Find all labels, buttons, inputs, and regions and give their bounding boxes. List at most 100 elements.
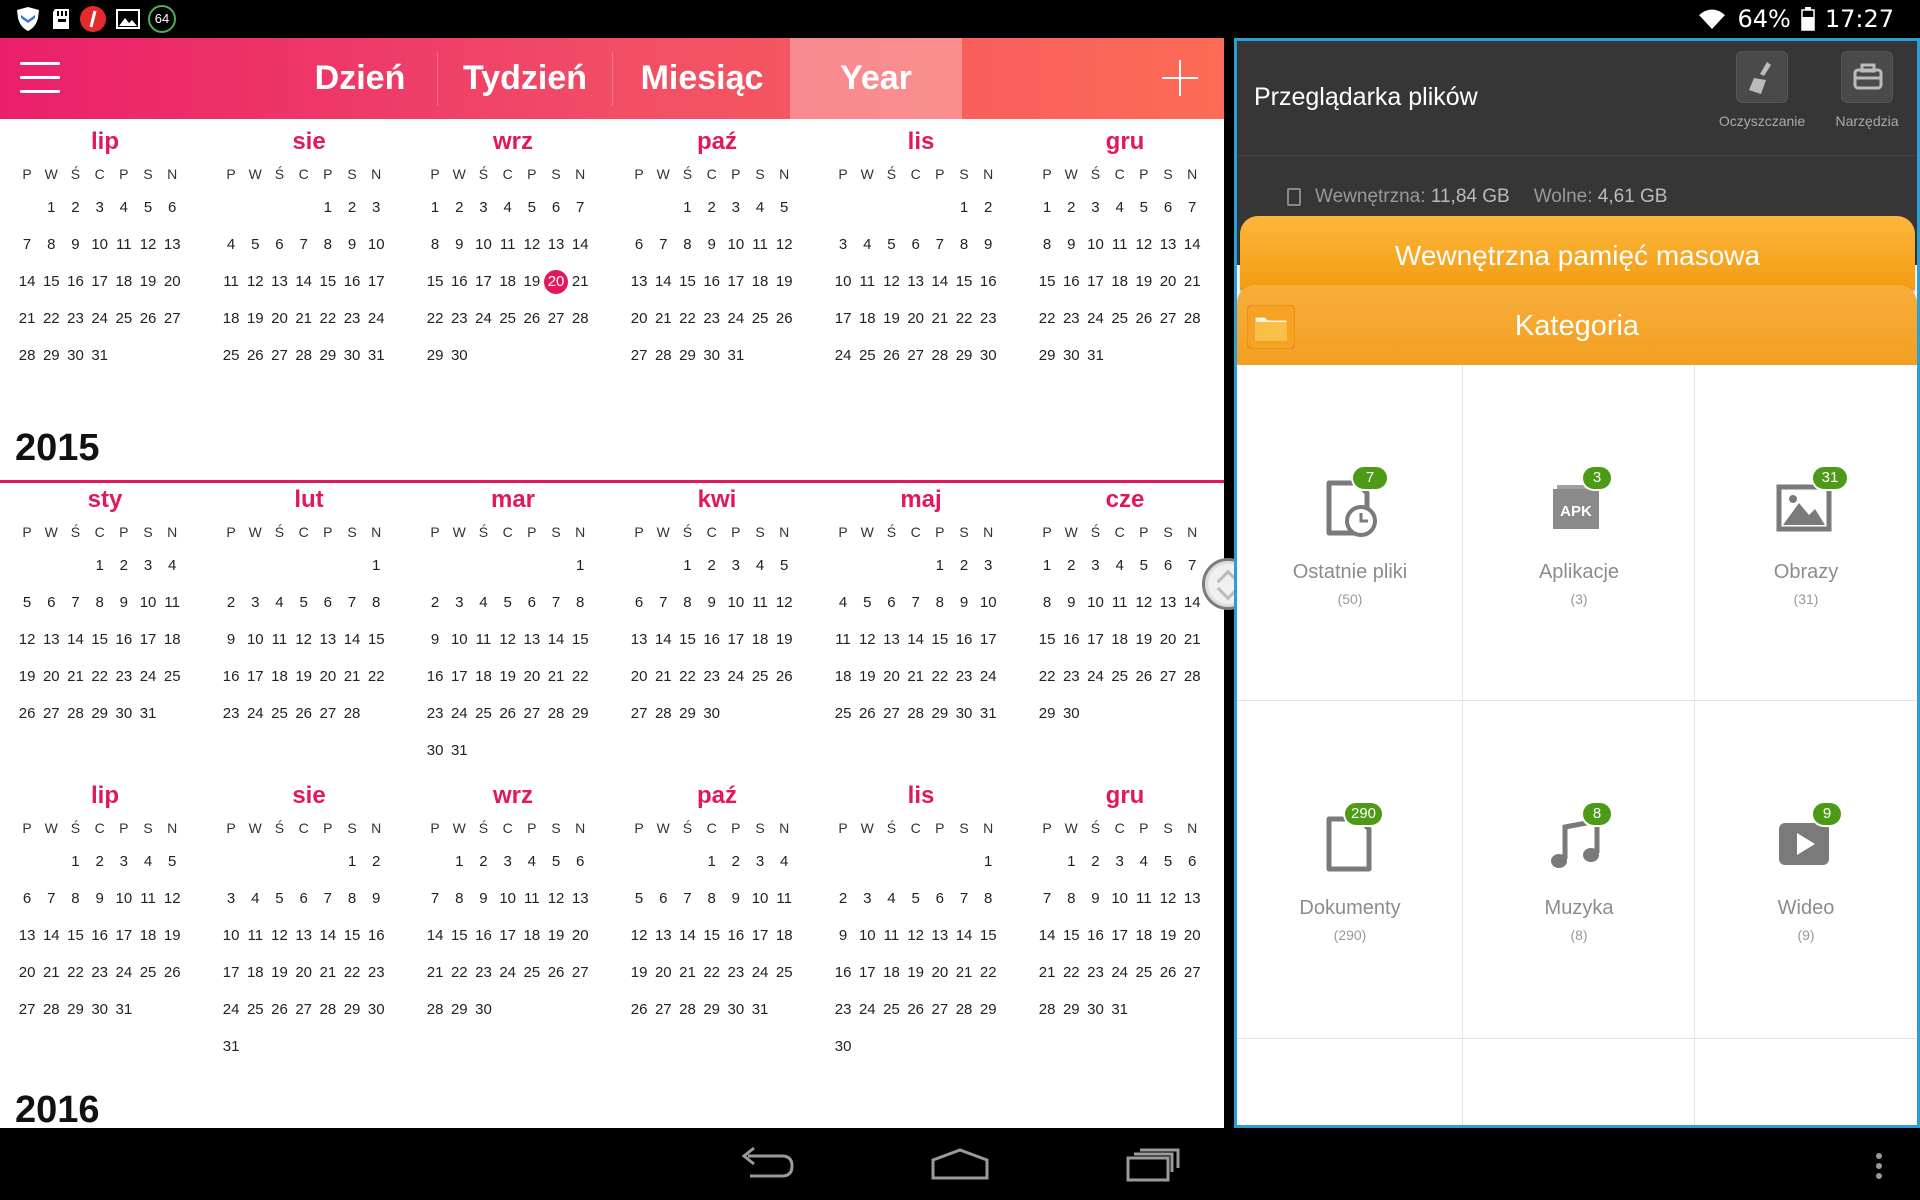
day-cell[interactable]: 19 <box>243 306 267 332</box>
day-cell[interactable]: 30 <box>88 997 112 1023</box>
day-cell[interactable]: 3 <box>243 590 267 616</box>
day-cell[interactable]: 27 <box>1156 664 1180 690</box>
day-cell[interactable]: 11 <box>1108 590 1132 616</box>
day-cell[interactable]: 13 <box>928 923 952 949</box>
day-cell[interactable]: 12 <box>1132 232 1156 258</box>
day-cell[interactable]: 10 <box>364 232 388 258</box>
day-cell[interactable]: 8 <box>423 232 447 258</box>
day-cell[interactable]: 11 <box>112 232 136 258</box>
day-cell[interactable]: 7 <box>544 590 568 616</box>
day-cell[interactable]: 10 <box>976 590 1000 616</box>
day-cell[interactable]: 14 <box>340 627 364 653</box>
day-cell[interactable]: 21 <box>568 269 592 295</box>
day-cell[interactable]: 16 <box>976 269 1000 295</box>
day-cell[interactable]: 31 <box>219 1034 243 1060</box>
day-cell[interactable]: 8 <box>952 232 976 258</box>
day-cell[interactable]: 12 <box>520 232 544 258</box>
day-cell[interactable]: 11 <box>879 923 903 949</box>
day-cell[interactable]: 6 <box>1180 849 1204 875</box>
day-cell[interactable]: 13 <box>39 627 63 653</box>
day-cell[interactable]: 12 <box>243 269 267 295</box>
day-cell[interactable]: 19 <box>1156 923 1180 949</box>
day-cell[interactable]: 6 <box>904 232 928 258</box>
day-cell[interactable]: 21 <box>651 664 675 690</box>
day-cell[interactable]: 16 <box>724 923 748 949</box>
day-cell[interactable]: 17 <box>1108 923 1132 949</box>
day-cell[interactable]: 11 <box>748 232 772 258</box>
day-cell[interactable]: 4 <box>1108 553 1132 579</box>
day-cell[interactable]: 15 <box>88 627 112 653</box>
day-cell[interactable]: 11 <box>1132 886 1156 912</box>
day-cell[interactable]: 22 <box>1035 664 1059 690</box>
day-cell[interactable]: 15 <box>423 269 447 295</box>
day-cell[interactable]: 7 <box>651 590 675 616</box>
day-cell[interactable]: 11 <box>219 269 243 295</box>
day-cell[interactable]: 4 <box>471 590 495 616</box>
day-cell[interactable]: 13 <box>292 923 316 949</box>
day-cell[interactable]: 3 <box>136 553 160 579</box>
tab-week[interactable]: Tydzień <box>440 38 610 119</box>
day-cell[interactable]: 22 <box>447 960 471 986</box>
day-cell[interactable]: 14 <box>39 923 63 949</box>
day-cell[interactable]: 7 <box>651 232 675 258</box>
day-cell[interactable]: 28 <box>340 701 364 727</box>
day-cell[interactable]: 17 <box>1083 269 1107 295</box>
day-cell[interactable]: 2 <box>1059 553 1083 579</box>
day-cell[interactable]: 24 <box>748 960 772 986</box>
day-cell[interactable]: 6 <box>267 232 291 258</box>
day-cell[interactable]: 22 <box>423 306 447 332</box>
day-cell[interactable]: 31 <box>748 997 772 1023</box>
day-cell[interactable]: 22 <box>364 664 388 690</box>
day-cell[interactable]: 1 <box>700 849 724 875</box>
day-cell[interactable]: 24 <box>364 306 388 332</box>
day-cell[interactable]: 9 <box>1059 590 1083 616</box>
home-icon[interactable] <box>925 1142 995 1188</box>
day-cell[interactable]: 18 <box>748 627 772 653</box>
day-cell[interactable]: 17 <box>136 627 160 653</box>
day-cell[interactable]: 3 <box>219 886 243 912</box>
day-cell[interactable]: 19 <box>772 627 796 653</box>
day-cell[interactable]: 14 <box>1035 923 1059 949</box>
day-cell[interactable]: 1 <box>928 553 952 579</box>
day-cell[interactable]: 3 <box>724 195 748 221</box>
day-cell[interactable]: 3 <box>496 849 520 875</box>
category-bar[interactable]: Kategoria <box>1237 285 1917 365</box>
day-cell[interactable]: 6 <box>520 590 544 616</box>
day-cell[interactable]: 30 <box>340 343 364 369</box>
day-cell[interactable]: 6 <box>627 232 651 258</box>
day-cell[interactable]: 1 <box>976 849 1000 875</box>
day-cell[interactable]: 10 <box>1083 232 1107 258</box>
day-cell[interactable]: 7 <box>1035 886 1059 912</box>
day-cell[interactable]: 7 <box>952 886 976 912</box>
day-cell[interactable]: 15 <box>675 627 699 653</box>
day-cell[interactable]: 26 <box>15 701 39 727</box>
add-event-button[interactable] <box>1158 56 1202 100</box>
day-cell[interactable]: 5 <box>772 195 796 221</box>
day-cell[interactable]: 5 <box>544 849 568 875</box>
day-cell[interactable]: 9 <box>952 590 976 616</box>
day-cell[interactable]: 18 <box>831 664 855 690</box>
day-cell[interactable]: 27 <box>568 960 592 986</box>
day-cell[interactable]: 5 <box>1132 553 1156 579</box>
day-cell[interactable]: 16 <box>952 627 976 653</box>
day-cell[interactable]: 22 <box>88 664 112 690</box>
day-cell[interactable]: 19 <box>1132 269 1156 295</box>
day-cell[interactable]: 18 <box>267 664 291 690</box>
day-cell[interactable]: 28 <box>675 997 699 1023</box>
day-cell[interactable]: 9 <box>1059 232 1083 258</box>
day-cell[interactable]: 21 <box>1180 627 1204 653</box>
day-cell[interactable]: 24 <box>219 997 243 1023</box>
day-cell[interactable]: 14 <box>544 627 568 653</box>
day-cell[interactable]: 28 <box>1180 306 1204 332</box>
day-cell[interactable]: 5 <box>1156 849 1180 875</box>
day-cell[interactable]: 2 <box>952 553 976 579</box>
day-cell[interactable]: 9 <box>447 232 471 258</box>
day-cell[interactable]: 9 <box>340 232 364 258</box>
day-cell[interactable]: 16 <box>364 923 388 949</box>
day-cell[interactable]: 31 <box>976 701 1000 727</box>
day-cell[interactable]: 14 <box>928 269 952 295</box>
day-cell[interactable]: 20 <box>292 960 316 986</box>
day-cell[interactable]: 9 <box>471 886 495 912</box>
day-cell[interactable]: 14 <box>1180 232 1204 258</box>
day-cell[interactable]: 16 <box>423 664 447 690</box>
